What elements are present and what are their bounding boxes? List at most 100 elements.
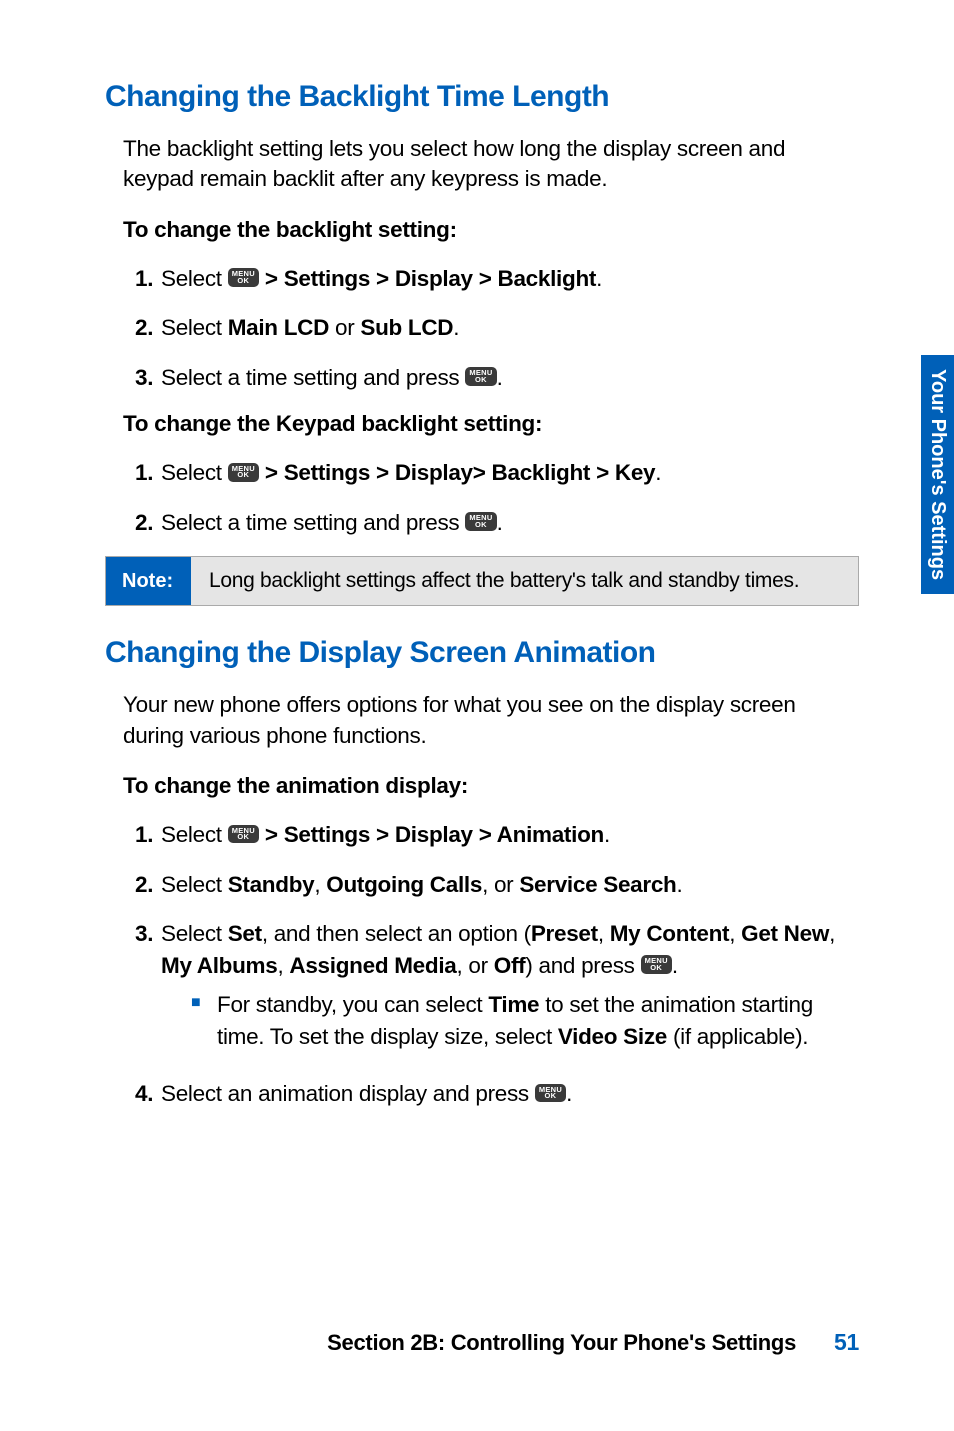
text: Select xyxy=(161,921,228,946)
side-tab: Your Phone's Settings xyxy=(921,355,954,594)
step-text: Select Main LCD or Sub LCD. xyxy=(161,312,859,344)
section-backlight: Changing the Backlight Time Length The b… xyxy=(105,80,859,538)
text: . xyxy=(596,266,602,291)
num: 2. xyxy=(123,869,161,901)
text: Select a time setting and press xyxy=(161,365,465,390)
list-item: 3. Select Set, and then select an option… xyxy=(123,918,859,1060)
step-text: Select MENUOK > Settings > Display> Back… xyxy=(161,457,859,489)
text: , xyxy=(829,921,835,946)
step-text: Select MENUOK > Settings > Display > Bac… xyxy=(161,263,859,295)
strong-text: My Content xyxy=(610,921,730,946)
strong-text: My Albums xyxy=(161,953,277,978)
sub-bullet-list: ■ For standby, you can select Time to se… xyxy=(161,989,859,1052)
text: , and then select an option ( xyxy=(262,921,531,946)
text: Select an animation display and press xyxy=(161,1081,535,1106)
list-animation: 1. Select MENUOK > Settings > Display > … xyxy=(105,819,859,1110)
strong-text: Time xyxy=(488,992,539,1017)
step-text: Select Set, and then select an option (P… xyxy=(161,918,859,1060)
text: , xyxy=(729,921,741,946)
strong-text: Sub LCD xyxy=(360,315,453,340)
text: or xyxy=(329,315,360,340)
list-item: 2. Select Standby, Outgoing Calls, or Se… xyxy=(123,869,859,901)
subheading-keypad-backlight: To change the Keypad backlight setting: xyxy=(105,411,859,437)
note-label: Note: xyxy=(106,557,191,605)
page-body: Changing the Backlight Time Length The b… xyxy=(0,0,954,1188)
note-box: Note: Long backlight settings affect the… xyxy=(105,556,859,606)
strong-text: Service Search xyxy=(519,872,676,897)
text: Select xyxy=(161,266,228,291)
menu-ok-key-icon: MENUOK xyxy=(228,463,259,482)
step-text: Select Standby, Outgoing Calls, or Servi… xyxy=(161,869,859,901)
subheading-animation-display: To change the animation display: xyxy=(105,773,859,799)
num: 1. xyxy=(123,819,161,851)
text: (if applicable). xyxy=(667,1024,808,1049)
menu-ok-key-icon: MENUOK xyxy=(641,955,672,974)
text: Select a time setting and press xyxy=(161,510,465,535)
section-animation: Changing the Display Screen Animation Yo… xyxy=(105,636,859,1109)
strong-text: > Settings > Display > Backlight xyxy=(259,266,596,291)
list-backlight-b: 1. Select MENUOK > Settings > Display> B… xyxy=(105,457,859,538)
list-item: 1. Select MENUOK > Settings > Display > … xyxy=(123,263,859,295)
note-text: Long backlight settings affect the batte… xyxy=(191,557,858,605)
step-text: Select MENUOK > Settings > Display > Ani… xyxy=(161,819,859,851)
text: Select xyxy=(161,315,228,340)
text: Select xyxy=(161,822,228,847)
text: . xyxy=(604,822,610,847)
text: . xyxy=(566,1081,572,1106)
strong-text: > Settings > Display > Animation xyxy=(259,822,604,847)
step-text: Select an animation display and press ME… xyxy=(161,1078,859,1110)
list-item: 1. Select MENUOK > Settings > Display> B… xyxy=(123,457,859,489)
num: 2. xyxy=(123,507,161,539)
list-backlight-a: 1. Select MENUOK > Settings > Display > … xyxy=(105,263,859,394)
text: , or xyxy=(482,872,519,897)
list-item: 1. Select MENUOK > Settings > Display > … xyxy=(123,819,859,851)
page-number: 51 xyxy=(834,1329,859,1356)
strong-text: Standby xyxy=(228,872,315,897)
list-item: 3. Select a time setting and press MENUO… xyxy=(123,362,859,394)
text: . xyxy=(677,872,683,897)
list-item: 2. Select Main LCD or Sub LCD. xyxy=(123,312,859,344)
text: Select xyxy=(161,872,228,897)
menu-ok-key-icon: MENUOK xyxy=(465,512,496,531)
bullet-icon: ■ xyxy=(191,989,217,1052)
strong-text: Get New xyxy=(741,921,829,946)
text: , or xyxy=(456,953,493,978)
text: . xyxy=(453,315,459,340)
strong-text: Outgoing Calls xyxy=(326,872,482,897)
strong-text: Preset xyxy=(531,921,598,946)
num: 1. xyxy=(123,263,161,295)
heading-animation: Changing the Display Screen Animation xyxy=(105,636,859,670)
menu-ok-key-icon: MENUOK xyxy=(228,825,259,844)
menu-ok-key-icon: MENUOK xyxy=(465,367,496,386)
heading-backlight: Changing the Backlight Time Length xyxy=(105,80,859,114)
text: . xyxy=(672,953,678,978)
num: 3. xyxy=(123,362,161,394)
num: 4. xyxy=(123,1078,161,1110)
text: , xyxy=(314,872,326,897)
strong-text: Set xyxy=(228,921,262,946)
text: , xyxy=(277,953,289,978)
num: 3. xyxy=(123,918,161,1060)
text: Select xyxy=(161,460,228,485)
strong-text: Video Size xyxy=(558,1024,667,1049)
strong-text: Main LCD xyxy=(228,315,329,340)
text: . xyxy=(655,460,661,485)
strong-text: Assigned Media xyxy=(289,953,456,978)
text: ) and press xyxy=(525,953,640,978)
footer-section-title: Section 2B: Controlling Your Phone's Set… xyxy=(327,1330,796,1356)
text: . xyxy=(497,510,503,535)
strong-text: Off xyxy=(494,953,526,978)
menu-ok-key-icon: MENUOK xyxy=(228,268,259,287)
text: . xyxy=(497,365,503,390)
page-footer: Section 2B: Controlling Your Phone's Set… xyxy=(105,1329,859,1356)
list-item: 4. Select an animation display and press… xyxy=(123,1078,859,1110)
list-item: 2. Select a time setting and press MENUO… xyxy=(123,507,859,539)
subheading-backlight-setting: To change the backlight setting: xyxy=(105,217,859,243)
sub-bullet-item: ■ For standby, you can select Time to se… xyxy=(191,989,859,1052)
text: For standby, you can select xyxy=(217,992,488,1017)
step-text: Select a time setting and press MENUOK. xyxy=(161,362,859,394)
step-text: Select a time setting and press MENUOK. xyxy=(161,507,859,539)
intro-backlight: The backlight setting lets you select ho… xyxy=(105,134,859,195)
intro-animation: Your new phone offers options for what y… xyxy=(105,690,859,751)
menu-ok-key-icon: MENUOK xyxy=(535,1084,566,1103)
